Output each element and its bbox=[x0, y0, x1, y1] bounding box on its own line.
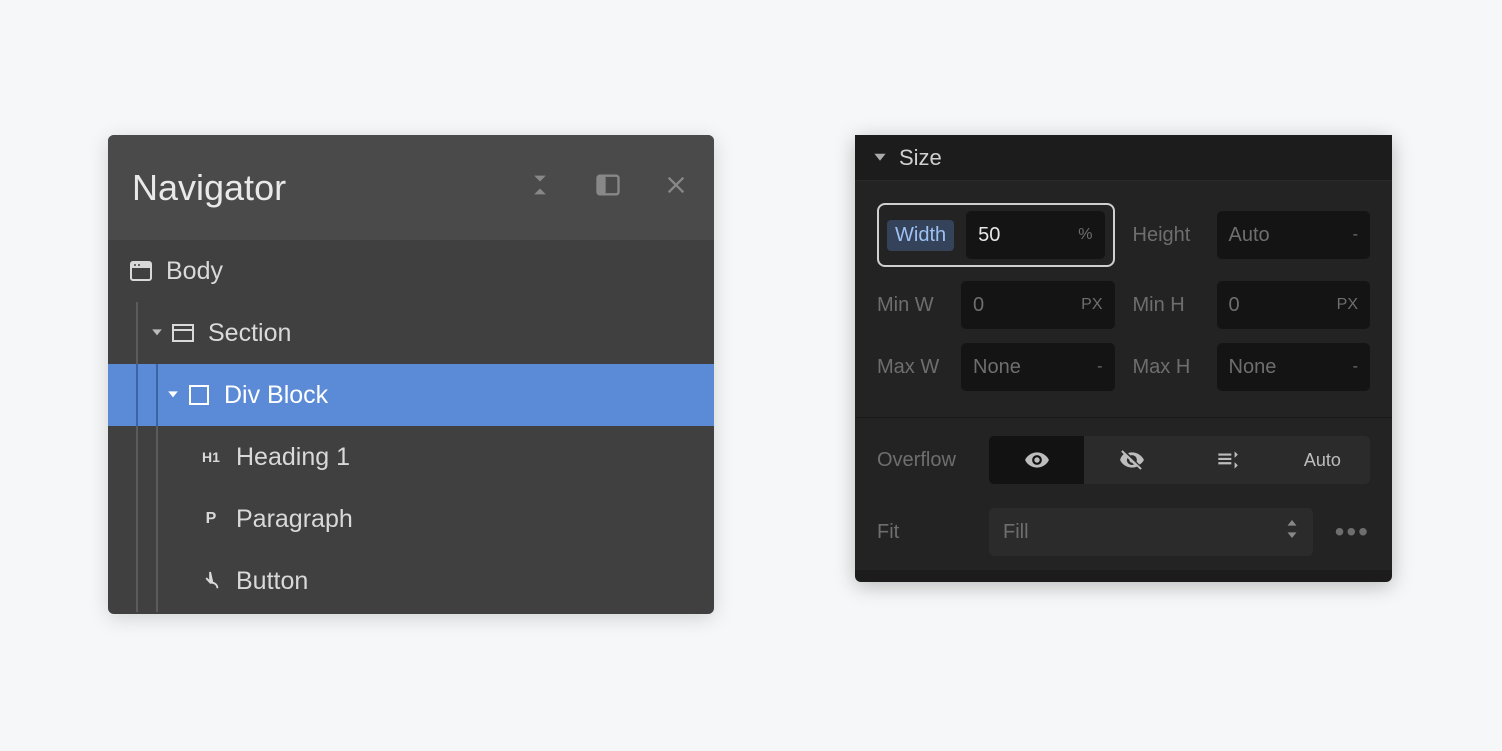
button-icon bbox=[198, 570, 224, 592]
tree-label: Section bbox=[208, 319, 291, 348]
tree-item-divblock[interactable]: Div Block bbox=[108, 364, 714, 426]
overflow-auto-button[interactable]: Auto bbox=[1275, 436, 1370, 484]
eye-icon bbox=[1024, 447, 1050, 473]
maxw-value: None bbox=[973, 356, 1097, 379]
size-title: Size bbox=[899, 145, 942, 171]
width-unit[interactable]: % bbox=[1078, 226, 1092, 244]
minw-field: Min W 0 PX bbox=[877, 281, 1115, 329]
minw-unit[interactable]: PX bbox=[1081, 296, 1102, 314]
fit-label: Fit bbox=[877, 521, 977, 544]
section-icon bbox=[170, 324, 196, 342]
overflow-hidden-button[interactable] bbox=[1084, 436, 1179, 484]
minw-input[interactable]: 0 PX bbox=[961, 281, 1115, 329]
overflow-label: Overflow bbox=[877, 449, 977, 472]
tree-item-body[interactable]: Body bbox=[108, 240, 714, 302]
overflow-segmented: Auto bbox=[989, 436, 1370, 484]
fit-value: Fill bbox=[1003, 521, 1029, 544]
expand-arrow-icon[interactable] bbox=[148, 327, 166, 339]
tree-item-section[interactable]: Section bbox=[108, 302, 714, 364]
width-value: 50 bbox=[978, 224, 1078, 247]
navigator-header: Navigator bbox=[108, 135, 714, 240]
minh-field: Min H 0 PX bbox=[1133, 281, 1371, 329]
navigator-title: Navigator bbox=[132, 167, 526, 209]
select-chevron-icon bbox=[1285, 520, 1299, 544]
navigator-tree: Body Section Div Block bbox=[108, 240, 714, 612]
scroll-icon bbox=[1214, 447, 1240, 473]
overflow-visible-button[interactable] bbox=[989, 436, 1084, 484]
maxh-field: Max H None - bbox=[1133, 343, 1371, 391]
height-input[interactable]: Auto - bbox=[1217, 211, 1371, 259]
minh-value: 0 bbox=[1229, 294, 1337, 317]
navigator-panel: Navigator Body bbox=[108, 135, 714, 614]
height-unit[interactable]: - bbox=[1353, 226, 1358, 244]
collapse-icon[interactable] bbox=[526, 171, 554, 204]
size-panel: Size Width 50 % Height Auto - bbox=[855, 135, 1392, 582]
expand-arrow-icon[interactable] bbox=[164, 389, 182, 401]
overflow-row: Overflow Auto bbox=[855, 422, 1392, 498]
close-icon[interactable] bbox=[662, 171, 690, 204]
overflow-auto-label: Auto bbox=[1304, 450, 1341, 471]
heading-icon: H1 bbox=[198, 449, 224, 465]
div-icon bbox=[186, 385, 212, 405]
minh-unit[interactable]: PX bbox=[1337, 296, 1358, 314]
body-icon bbox=[128, 261, 154, 281]
tree-item-paragraph[interactable]: P Paragraph bbox=[108, 488, 714, 550]
tree-label: Paragraph bbox=[236, 505, 353, 534]
fit-select[interactable]: Fill bbox=[989, 508, 1313, 556]
maxh-input[interactable]: None - bbox=[1217, 343, 1371, 391]
overflow-scroll-button[interactable] bbox=[1180, 436, 1275, 484]
maxh-label[interactable]: Max H bbox=[1133, 356, 1205, 379]
minh-label[interactable]: Min H bbox=[1133, 294, 1205, 317]
maxh-value: None bbox=[1229, 356, 1353, 379]
tree-label: Div Block bbox=[224, 381, 328, 410]
more-icon[interactable]: ••• bbox=[1335, 527, 1370, 537]
maxw-unit[interactable]: - bbox=[1097, 358, 1102, 376]
minh-input[interactable]: 0 PX bbox=[1217, 281, 1371, 329]
minw-label[interactable]: Min W bbox=[877, 294, 949, 317]
chevron-down-icon bbox=[873, 151, 887, 165]
tree-label: Heading 1 bbox=[236, 443, 350, 472]
maxw-field: Max W None - bbox=[877, 343, 1115, 391]
size-header[interactable]: Size bbox=[855, 135, 1392, 181]
height-field: Height Auto - bbox=[1133, 203, 1371, 267]
panel-toggle-icon[interactable] bbox=[594, 171, 622, 204]
minw-value: 0 bbox=[973, 294, 1081, 317]
paragraph-icon: P bbox=[198, 510, 224, 528]
height-label[interactable]: Height bbox=[1133, 224, 1205, 247]
width-field-highlight: Width 50 % bbox=[877, 203, 1115, 267]
divider bbox=[855, 417, 1392, 418]
tree-label: Button bbox=[236, 567, 308, 596]
maxw-input[interactable]: None - bbox=[961, 343, 1115, 391]
fit-row: Fit Fill ••• bbox=[855, 498, 1392, 570]
tree-label: Body bbox=[166, 257, 223, 286]
maxh-unit[interactable]: - bbox=[1353, 358, 1358, 376]
tree-item-heading[interactable]: H1 Heading 1 bbox=[108, 426, 714, 488]
width-input[interactable]: 50 % bbox=[966, 211, 1104, 259]
tree-item-button[interactable]: Button bbox=[108, 550, 714, 612]
width-label[interactable]: Width bbox=[887, 220, 954, 251]
eye-off-icon bbox=[1119, 447, 1145, 473]
maxw-label[interactable]: Max W bbox=[877, 356, 949, 379]
height-value: Auto bbox=[1229, 224, 1353, 247]
